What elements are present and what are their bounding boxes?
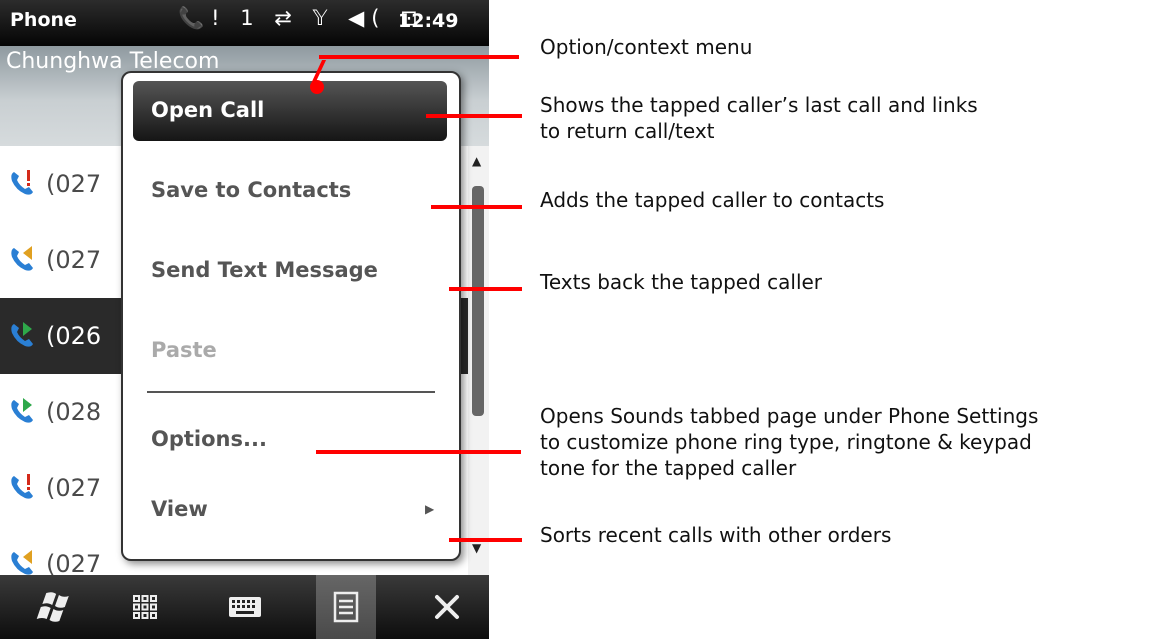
phone-missed-icon bbox=[8, 472, 38, 502]
phone-incoming-icon bbox=[8, 396, 38, 426]
menu-item-label: Save to Contacts bbox=[151, 178, 352, 202]
annotation-line: tone for the tapped caller bbox=[540, 456, 797, 480]
menu-separator bbox=[147, 391, 435, 393]
annotation-options: Opens Sounds tabbed page under Phone Set… bbox=[540, 403, 1038, 481]
caller-number: (027 bbox=[46, 246, 102, 274]
annotation-leader bbox=[426, 114, 522, 118]
caller-number: (027 bbox=[46, 170, 102, 198]
annotation-send-text: Texts back the tapped caller bbox=[540, 270, 823, 294]
status-bar: Phone 📞! 1 ⇄ 𝕐 ◀( ⊡ 12:49 bbox=[0, 0, 489, 46]
caller-number: (028 bbox=[46, 398, 102, 426]
keyboard-icon[interactable] bbox=[215, 575, 275, 639]
status-indicator-icons[interactable]: 📞! 1 ⇄ 𝕐 ◀( ⊡ bbox=[178, 6, 425, 31]
annotation-save-contacts: Adds the tapped caller to contacts bbox=[540, 188, 885, 212]
menu-icon[interactable] bbox=[316, 575, 376, 639]
annotation-line: Opens Sounds tabbed page under Phone Set… bbox=[540, 404, 1039, 428]
menu-item-label: Open Call bbox=[151, 98, 265, 122]
annotation-line: Shows the tapped caller’s last call and … bbox=[540, 93, 978, 117]
scrollbar[interactable]: ▲ ▼ bbox=[468, 146, 489, 575]
menu-item-open-call[interactable]: Open Call bbox=[133, 81, 447, 141]
annotation-leader bbox=[319, 55, 519, 59]
annotation-context-menu: Option/context menu bbox=[540, 35, 753, 59]
annotation-leader bbox=[431, 205, 522, 209]
menu-item-view[interactable]: View ▶ bbox=[133, 480, 447, 540]
app-title: Phone bbox=[10, 9, 77, 31]
annotation-leader bbox=[449, 287, 522, 291]
menu-item-send-text-message[interactable]: Send Text Message bbox=[133, 241, 447, 301]
clock[interactable]: 12:49 bbox=[398, 10, 458, 32]
annotation-line: to customize phone ring type, ringtone &… bbox=[540, 430, 1032, 454]
menu-item-label: Send Text Message bbox=[151, 258, 378, 282]
menu-item-options[interactable]: Options... bbox=[133, 410, 447, 470]
menu-item-paste: Paste bbox=[133, 321, 447, 381]
annotation-leader bbox=[316, 450, 521, 454]
menu-item-label: View bbox=[151, 497, 208, 521]
annotation-view: Sorts recent calls with other orders bbox=[540, 523, 892, 547]
menu-item-label: Paste bbox=[151, 338, 217, 362]
bottom-toolbar bbox=[0, 575, 489, 639]
phone-missed-icon bbox=[8, 168, 38, 198]
menu-item-save-to-contacts[interactable]: Save to Contacts bbox=[133, 161, 447, 221]
annotation-open-call: Shows the tapped caller’s last call and … bbox=[540, 92, 978, 144]
scroll-up-arrow-icon[interactable]: ▲ bbox=[472, 154, 481, 168]
apps-grid-icon[interactable] bbox=[115, 575, 175, 639]
caller-number: (026 bbox=[46, 322, 102, 350]
caller-number: (027 bbox=[46, 550, 102, 578]
context-menu: Open Call Save to Contacts Send Text Mes… bbox=[121, 71, 461, 561]
submenu-arrow-icon: ▶ bbox=[425, 502, 435, 516]
phone-outgoing-icon bbox=[8, 548, 38, 578]
windows-start-icon[interactable] bbox=[25, 575, 85, 639]
phone-screen: Phone 📞! 1 ⇄ 𝕐 ◀( ⊡ 12:49 Chunghwa Telec… bbox=[0, 0, 489, 639]
phone-outgoing-icon bbox=[8, 244, 38, 274]
caller-number: (027 bbox=[46, 474, 102, 502]
close-icon[interactable] bbox=[417, 575, 477, 639]
scroll-thumb[interactable] bbox=[472, 186, 484, 416]
annotation-line: to return call/text bbox=[540, 119, 715, 143]
scroll-down-arrow-icon[interactable]: ▼ bbox=[472, 541, 481, 555]
menu-item-label: Options... bbox=[151, 427, 267, 451]
annotation-leader bbox=[449, 538, 522, 542]
phone-incoming-icon bbox=[8, 320, 38, 350]
